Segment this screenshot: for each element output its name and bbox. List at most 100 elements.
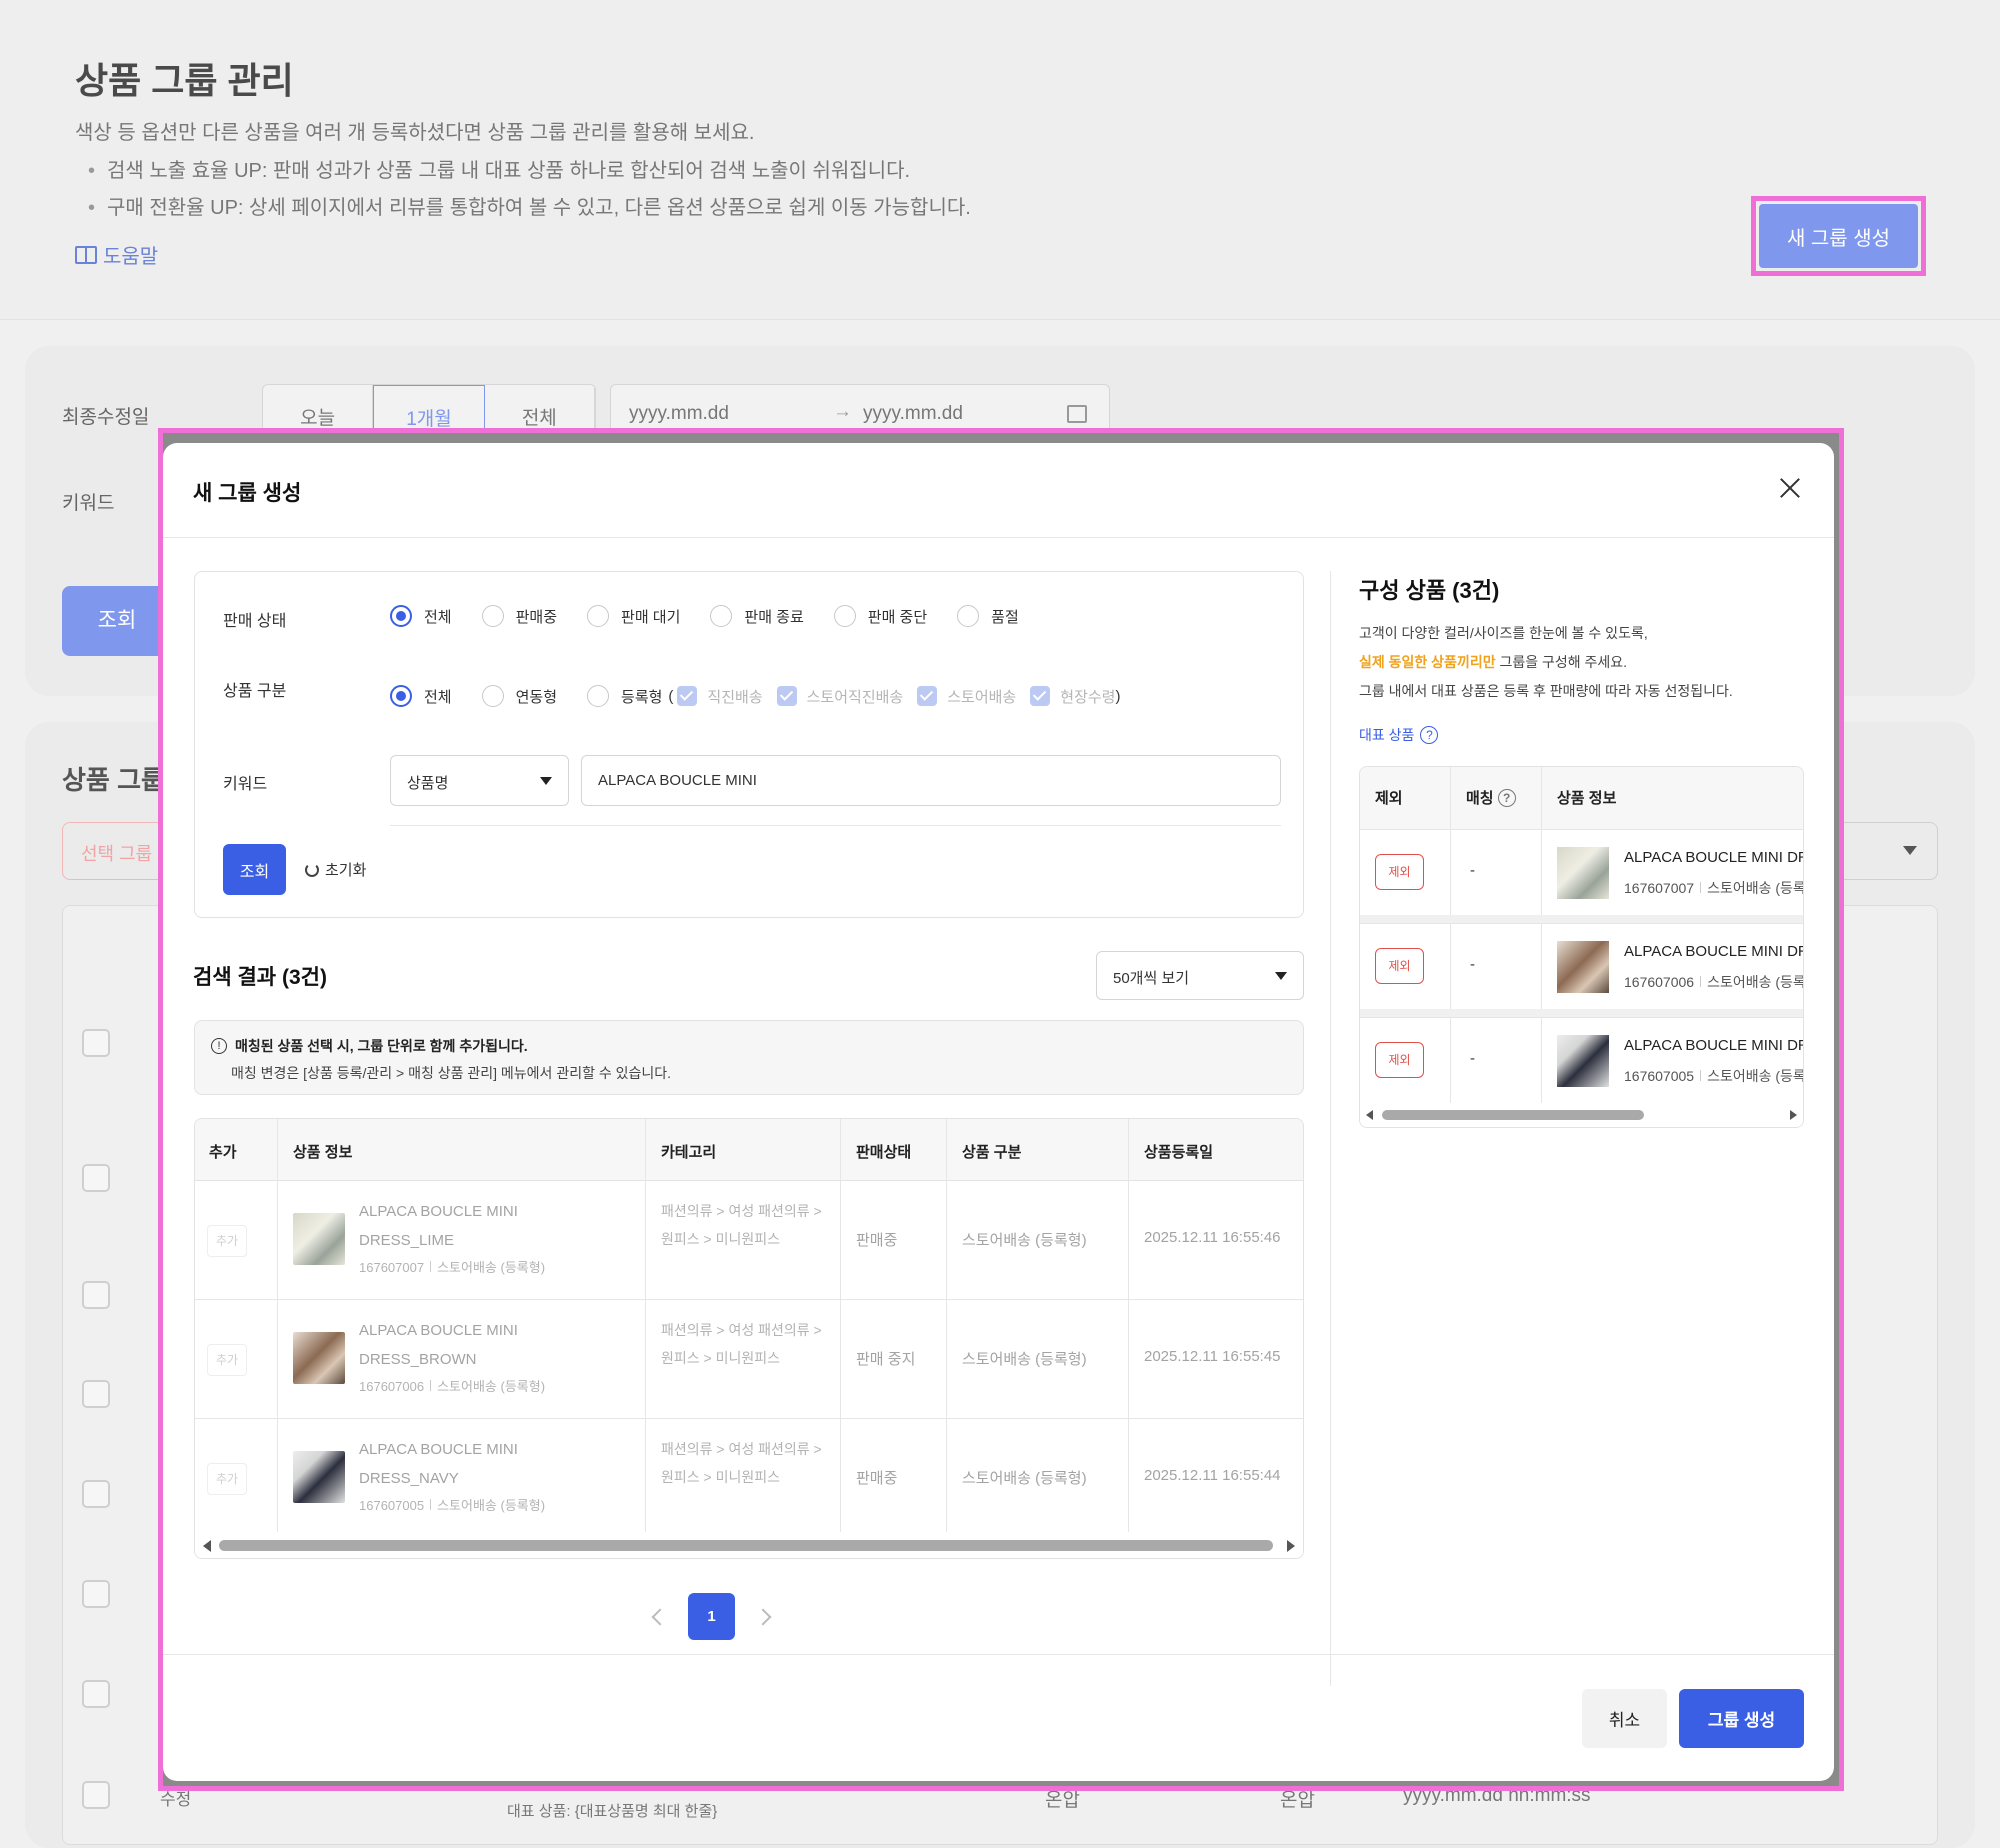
bg-search-button[interactable]: 조회	[62, 586, 172, 656]
modal-footer-divider	[163, 1654, 1834, 1655]
table-row: 추가 ALPACA BOUCLE MINI DRESS_BROWN 167607…	[195, 1300, 1303, 1419]
col-header-date: 상품등록일	[1144, 1144, 1214, 1161]
sale-status-soldout[interactable]: 품절	[957, 605, 1019, 627]
close-icon[interactable]	[1775, 473, 1805, 503]
scroll-thumb[interactable]	[1382, 1110, 1644, 1120]
help-icon[interactable]: ?	[1497, 788, 1516, 807]
reset-icon	[305, 862, 319, 877]
scroll-left-icon[interactable]	[1366, 1110, 1373, 1120]
delivery-store-checkbox[interactable]: 스토어배송	[917, 686, 1016, 707]
composition-row: 제외 - ALPACA BOUCLE MINI DRESS_NAVY 16760…	[1360, 1017, 1803, 1103]
reset-label: 초기화	[325, 862, 367, 879]
row-checkbox[interactable]	[82, 1680, 110, 1708]
add-button[interactable]: 추가	[207, 1463, 247, 1495]
new-group-button[interactable]: 새 그룹 생성	[1759, 204, 1918, 268]
new-group-modal: 새 그룹 생성 판매 상태 전체 판매중 판매 대기 판매 종료 판매 중단 품…	[163, 443, 1834, 1781]
date-to: yyyy.mm.dd	[863, 403, 963, 424]
results-horizontal-scrollbar[interactable]	[195, 1532, 1303, 1558]
col-header-add: 추가	[209, 1144, 237, 1161]
col-header-category: 카테고리	[661, 1144, 717, 1161]
row-checkbox[interactable]	[82, 1781, 110, 1809]
new-group-button-highlight: 새 그룹 생성	[1751, 196, 1926, 276]
product-thumbnail	[1557, 847, 1609, 899]
sale-status-all[interactable]: 전체	[390, 605, 452, 627]
product-name: ALPACA BOUCLE MINI DRESS_BROWN	[359, 1322, 518, 1368]
row-rep-product: 대표 상품: {대표상품명 최대 한줄}	[507, 1803, 718, 1820]
scroll-left-icon[interactable]	[203, 1540, 211, 1552]
product-thumbnail	[293, 1451, 345, 1503]
rep-product-link[interactable]: 대표 상품 ?	[1359, 725, 1439, 745]
composition-horizontal-scrollbar[interactable]	[1360, 1103, 1803, 1127]
sale-status-waiting[interactable]: 판매 대기	[587, 605, 680, 627]
cancel-button[interactable]: 취소	[1582, 1689, 1667, 1748]
product-type: 스토어배송 (등록형)	[962, 1470, 1087, 1487]
modal-column-divider	[1330, 571, 1331, 1686]
scroll-thumb[interactable]	[219, 1540, 1273, 1551]
product-type-all[interactable]: 전체	[390, 685, 452, 707]
table-row: 추가 ALPACA BOUCLE MINI DRESS_NAVY 1676070…	[195, 1419, 1303, 1538]
delivery-pickup-checkbox[interactable]: 현장수령	[1030, 686, 1115, 707]
book-icon	[75, 245, 97, 264]
exclude-button[interactable]: 제외	[1375, 854, 1424, 890]
help-link-label: 도움말	[103, 246, 159, 268]
product-meta: 167607006스토어배송 (등록형)	[1624, 974, 1803, 990]
product-category: 패션의류 > 여성 패션의류 > 원피스 > 미니원피스	[661, 1322, 822, 1366]
sale-status-on-sale[interactable]: 판매중	[481, 605, 557, 627]
search-button[interactable]: 조회	[223, 844, 286, 895]
last-modified-label: 최종수정일	[62, 407, 150, 428]
product-type-label: 상품 구분	[223, 683, 287, 700]
scroll-right-icon[interactable]	[1287, 1540, 1295, 1552]
keyword-type-select[interactable]: 상품명	[390, 755, 569, 806]
table-row: 추가 ALPACA BOUCLE MINI DRESS_LIME 1676070…	[195, 1181, 1303, 1300]
product-type-linked[interactable]: 연동형	[481, 685, 557, 707]
add-button[interactable]: 추가	[207, 1225, 247, 1257]
product-type-registered[interactable]: 등록형	[587, 685, 662, 707]
pagination: 1	[651, 1593, 772, 1640]
row-checkbox[interactable]	[82, 1380, 110, 1408]
product-thumbnail	[1557, 1035, 1609, 1087]
product-name: ALPACA BOUCLE MINI DRESS_LIME	[359, 1203, 518, 1249]
col-header-status: 판매상태	[856, 1144, 912, 1161]
reset-button[interactable]: 초기화	[305, 844, 366, 895]
keyword-filter-label: 키워드	[62, 493, 115, 514]
chevron-right-icon[interactable]	[754, 1608, 772, 1625]
comp-col-match: 매칭?	[1466, 787, 1516, 808]
row-checkbox[interactable]	[82, 1580, 110, 1608]
row-checkbox[interactable]	[82, 1281, 110, 1309]
help-icon[interactable]: ?	[1420, 726, 1439, 744]
product-date: 2025.12.11 16:55:46	[1144, 1229, 1281, 1246]
sale-status-ended[interactable]: 판매 종료	[710, 605, 804, 627]
keyword-label: 키워드	[223, 776, 268, 793]
sale-status-stopped[interactable]: 판매 중단	[833, 605, 927, 627]
scroll-right-icon[interactable]	[1790, 1110, 1797, 1120]
product-status: 판매중	[856, 1470, 898, 1487]
delivery-store-direct-checkbox[interactable]: 스토어직진배송	[776, 686, 903, 707]
exclude-button[interactable]: 제외	[1375, 948, 1424, 984]
composition-desc-3: 그룹 내에서 대표 상품은 등록 후 판매량에 따라 자동 선정됩니다.	[1359, 683, 1733, 699]
page-bullet-conversion: 구매 전환율 UP: 상세 페이지에서 리뷰를 통합하여 볼 수 있고, 다른 …	[88, 191, 971, 220]
modal-title: 새 그룹 생성	[193, 482, 302, 505]
row-checkbox[interactable]	[82, 1164, 110, 1192]
calendar-icon[interactable]	[1067, 405, 1087, 423]
composition-title: 구성 상품 (3건)	[1359, 578, 1500, 603]
row-checkbox[interactable]	[82, 1480, 110, 1508]
page-number-current[interactable]: 1	[688, 1593, 735, 1640]
notice-line-1: 매칭된 상품 선택 시, 그룹 단위로 함께 추가됩니다.	[235, 1038, 528, 1054]
delivery-direct-checkbox[interactable]: 직진배송	[677, 686, 763, 707]
per-page-select[interactable]: 50개씩 보기	[1096, 951, 1304, 1000]
sale-status-radio-group: 전체 판매중 판매 대기 판매 종료 판매 중단 품절	[390, 605, 1049, 627]
product-meta: 167607007스토어배송 (등록형)	[359, 1260, 546, 1275]
page-bullet-search: 검색 노출 효율 UP: 판매 성과가 상품 그룹 내 대표 상품 하나로 합산…	[88, 154, 910, 183]
product-status: 판매 중지	[856, 1351, 916, 1368]
chevron-left-icon[interactable]	[651, 1608, 669, 1625]
product-meta: 167607007스토어배송 (등록형)	[1624, 880, 1803, 896]
create-group-button[interactable]: 그룹 생성	[1679, 1689, 1804, 1748]
product-type: 스토어배송 (등록형)	[962, 1351, 1087, 1368]
add-button[interactable]: 추가	[207, 1344, 247, 1376]
keyword-input[interactable]	[581, 755, 1281, 806]
row-checkbox[interactable]	[82, 1029, 110, 1057]
composition-row: 제외 - ALPACA BOUCLE MINI DRESS_LIME 16760…	[1360, 829, 1803, 915]
product-date: 2025.12.11 16:55:44	[1144, 1467, 1281, 1484]
exclude-button[interactable]: 제외	[1375, 1042, 1424, 1078]
help-link[interactable]: 도움말	[75, 240, 158, 269]
